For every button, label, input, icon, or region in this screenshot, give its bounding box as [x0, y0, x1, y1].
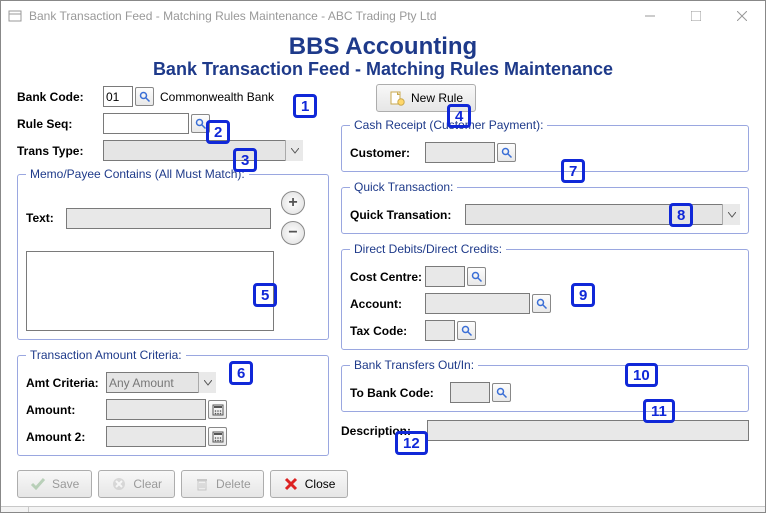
account-input[interactable]: [425, 293, 530, 314]
delete-button[interactable]: Delete: [181, 470, 264, 498]
account-lookup-button[interactable]: [532, 294, 551, 313]
titlebar: Bank Transaction Feed - Matching Rules M…: [1, 1, 765, 31]
magnifier-icon: [501, 147, 513, 159]
calculator-icon: [212, 431, 224, 443]
minus-icon: −: [288, 224, 297, 242]
trash-icon: [194, 476, 210, 492]
amt-criteria-label: Amt Criteria:: [26, 376, 106, 390]
amount-criteria-fieldset: Transaction Amount Criteria: Amt Criteri…: [17, 348, 329, 456]
right-column: New Rule Cash Receipt (Customer Payment)…: [341, 86, 749, 464]
memo-fieldset: Memo/Payee Contains (All Must Match): Te…: [17, 167, 329, 340]
account-label: Account:: [350, 297, 425, 311]
close-button[interactable]: Close: [270, 470, 349, 498]
customer-label: Customer:: [350, 146, 425, 160]
amount-label: Amount:: [26, 403, 106, 417]
rule-seq-input[interactable]: [103, 113, 189, 134]
heading-app: BBS Accounting: [17, 33, 749, 61]
window-title: Bank Transaction Feed - Matching Rules M…: [29, 9, 437, 23]
cost-centre-label: Cost Centre:: [350, 270, 425, 284]
bank-code-input[interactable]: [103, 86, 133, 107]
calculator-icon: [212, 404, 224, 416]
amount2-calc-button[interactable]: [208, 427, 227, 446]
magnifier-icon: [461, 325, 473, 337]
amount2-label: Amount 2:: [26, 430, 106, 444]
minimize-button[interactable]: [627, 1, 673, 31]
tax-code-lookup-button[interactable]: [457, 321, 476, 340]
button-row: Save Clear Delete Close: [17, 470, 749, 498]
delete-label: Delete: [216, 477, 251, 491]
left-column: Bank Code: Commonwealth Bank Rule Seq: T…: [17, 86, 329, 464]
save-label: Save: [52, 477, 79, 491]
quick-transaction-fieldset: Quick Transaction: Quick Transation:: [341, 180, 749, 234]
cost-centre-input[interactable]: [425, 266, 465, 287]
customer-lookup-button[interactable]: [497, 143, 516, 162]
rule-seq-lookup-button[interactable]: [191, 114, 210, 133]
chevron-down-icon: [198, 372, 216, 393]
content-area: BBS Accounting Bank Transaction Feed - M…: [1, 31, 765, 506]
bank-transfers-fieldset: Bank Transfers Out/In: To Bank Code:: [341, 358, 749, 412]
tax-code-label: Tax Code:: [350, 324, 425, 338]
magnifier-icon: [536, 298, 548, 310]
magnifier-icon: [471, 271, 483, 283]
clear-label: Clear: [133, 477, 162, 491]
memo-add-button[interactable]: +: [281, 191, 305, 215]
amount-input[interactable]: [106, 399, 206, 420]
bank-code-label: Bank Code:: [17, 90, 103, 104]
memo-remove-button[interactable]: −: [281, 221, 305, 245]
quick-transaction-select[interactable]: [465, 204, 740, 225]
magnifier-icon: [496, 387, 508, 399]
memo-text-input[interactable]: [66, 208, 271, 229]
memo-list[interactable]: [26, 251, 274, 331]
close-label: Close: [305, 477, 336, 491]
status-bar: [1, 506, 765, 512]
memo-text-label: Text:: [26, 211, 66, 225]
tax-code-input[interactable]: [425, 320, 455, 341]
new-rule-button[interactable]: New Rule: [376, 84, 476, 112]
amount-criteria-legend: Transaction Amount Criteria:: [26, 348, 186, 362]
check-icon: [30, 476, 46, 492]
save-button[interactable]: Save: [17, 470, 92, 498]
bank-name-text: Commonwealth Bank: [160, 90, 274, 104]
trans-type-select[interactable]: [103, 140, 303, 161]
app-icon: [7, 8, 23, 24]
quick-transaction-legend: Quick Transaction:: [350, 180, 457, 194]
to-bank-code-lookup-button[interactable]: [492, 383, 511, 402]
clear-icon: [111, 476, 127, 492]
new-rule-label: New Rule: [411, 91, 463, 105]
chevron-down-icon: [722, 204, 740, 225]
clear-button[interactable]: Clear: [98, 470, 175, 498]
rule-seq-label: Rule Seq:: [17, 117, 103, 131]
description-input[interactable]: [427, 420, 749, 441]
chevron-down-icon: [285, 140, 303, 161]
amount2-input[interactable]: [106, 426, 206, 447]
to-bank-code-label: To Bank Code:: [350, 386, 450, 400]
status-cell: [1, 507, 29, 512]
magnifier-icon: [195, 118, 207, 130]
quick-transaction-label: Quick Transation:: [350, 208, 465, 222]
customer-input[interactable]: [425, 142, 495, 163]
close-window-button[interactable]: [719, 1, 765, 31]
maximize-button[interactable]: [673, 1, 719, 31]
new-rule-icon: [389, 90, 405, 106]
bank-transfers-legend: Bank Transfers Out/In:: [350, 358, 478, 372]
bank-code-lookup-button[interactable]: [135, 87, 154, 106]
app-window: Bank Transaction Feed - Matching Rules M…: [0, 0, 766, 513]
magnifier-icon: [139, 91, 151, 103]
cash-receipt-fieldset: Cash Receipt (Customer Payment): Custome…: [341, 118, 749, 172]
close-icon: [283, 476, 299, 492]
cash-receipt-legend: Cash Receipt (Customer Payment):: [350, 118, 547, 132]
trans-type-label: Trans Type:: [17, 144, 103, 158]
direct-debits-fieldset: Direct Debits/Direct Credits: Cost Centr…: [341, 242, 749, 350]
plus-icon: +: [288, 194, 297, 212]
cost-centre-lookup-button[interactable]: [467, 267, 486, 286]
to-bank-code-input[interactable]: [450, 382, 490, 403]
description-label: Description:: [341, 424, 427, 438]
direct-debits-legend: Direct Debits/Direct Credits:: [350, 242, 506, 256]
amount-calc-button[interactable]: [208, 400, 227, 419]
memo-legend: Memo/Payee Contains (All Must Match):: [26, 167, 249, 181]
heading-page: Bank Transaction Feed - Matching Rules M…: [17, 59, 749, 80]
